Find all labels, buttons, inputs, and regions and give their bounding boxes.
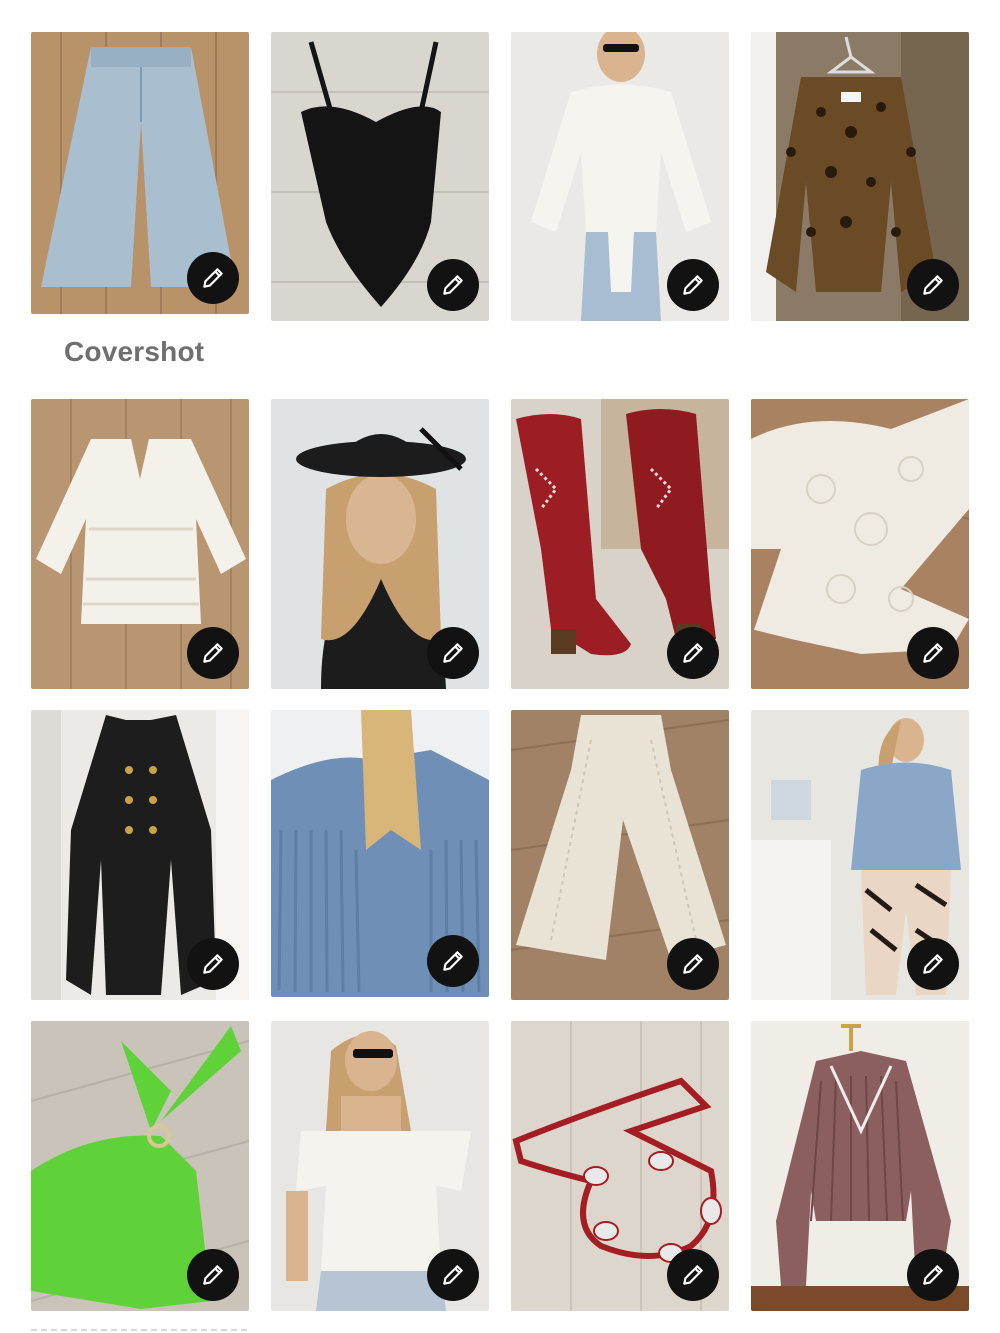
edit-listing-button[interactable]: [427, 259, 479, 311]
pencil-icon: [923, 643, 943, 663]
pencil-icon: [203, 268, 223, 288]
pencil-icon: [923, 954, 943, 974]
pencil-icon: [443, 275, 463, 295]
edit-listing-button[interactable]: [907, 1249, 959, 1301]
pencil-icon: [683, 643, 703, 663]
listing-tile[interactable]: [31, 32, 249, 314]
listing-tile[interactable]: [751, 399, 969, 689]
pencil-icon: [683, 1265, 703, 1285]
listing-tile[interactable]: [31, 399, 249, 689]
listing-tile[interactable]: [511, 32, 729, 321]
pencil-icon: [683, 954, 703, 974]
edit-listing-button[interactable]: [427, 935, 479, 987]
edit-listing-button[interactable]: [667, 1249, 719, 1301]
listing-tile[interactable]: [271, 710, 489, 997]
pencil-icon: [203, 643, 223, 663]
edit-listing-button[interactable]: [187, 627, 239, 679]
section-label: Covershot: [64, 336, 205, 367]
edit-listing-button[interactable]: [907, 938, 959, 990]
edit-listing-button[interactable]: [667, 938, 719, 990]
edit-listing-button[interactable]: [667, 259, 719, 311]
pencil-icon: [203, 1265, 223, 1285]
listing-tile[interactable]: [511, 399, 729, 689]
edit-listing-button[interactable]: [187, 1249, 239, 1301]
listing-tile[interactable]: [271, 399, 489, 689]
listing-tile[interactable]: [31, 1021, 249, 1311]
edit-listing-button[interactable]: [427, 627, 479, 679]
listing-tile[interactable]: [751, 32, 969, 321]
listing-tile[interactable]: [751, 710, 969, 1000]
listing-tile[interactable]: [271, 32, 489, 321]
edit-listing-button[interactable]: [427, 1249, 479, 1301]
pencil-icon: [683, 275, 703, 295]
pencil-icon: [443, 1265, 463, 1285]
listing-tile[interactable]: [511, 710, 729, 1000]
edit-listing-button[interactable]: [187, 252, 239, 304]
pencil-icon: [923, 1265, 943, 1285]
pencil-icon: [443, 951, 463, 971]
edit-listing-button[interactable]: [667, 627, 719, 679]
edit-listing-button[interactable]: [907, 627, 959, 679]
listing-tile[interactable]: [31, 710, 249, 1000]
loading-divider: [31, 1329, 249, 1331]
pencil-icon: [203, 954, 223, 974]
pencil-icon: [443, 643, 463, 663]
listing-tile[interactable]: [511, 1021, 729, 1311]
listing-tile[interactable]: [271, 1021, 489, 1311]
edit-listing-button[interactable]: [907, 259, 959, 311]
edit-listing-button[interactable]: [187, 938, 239, 990]
listing-tile[interactable]: [751, 1021, 969, 1311]
pencil-icon: [923, 275, 943, 295]
